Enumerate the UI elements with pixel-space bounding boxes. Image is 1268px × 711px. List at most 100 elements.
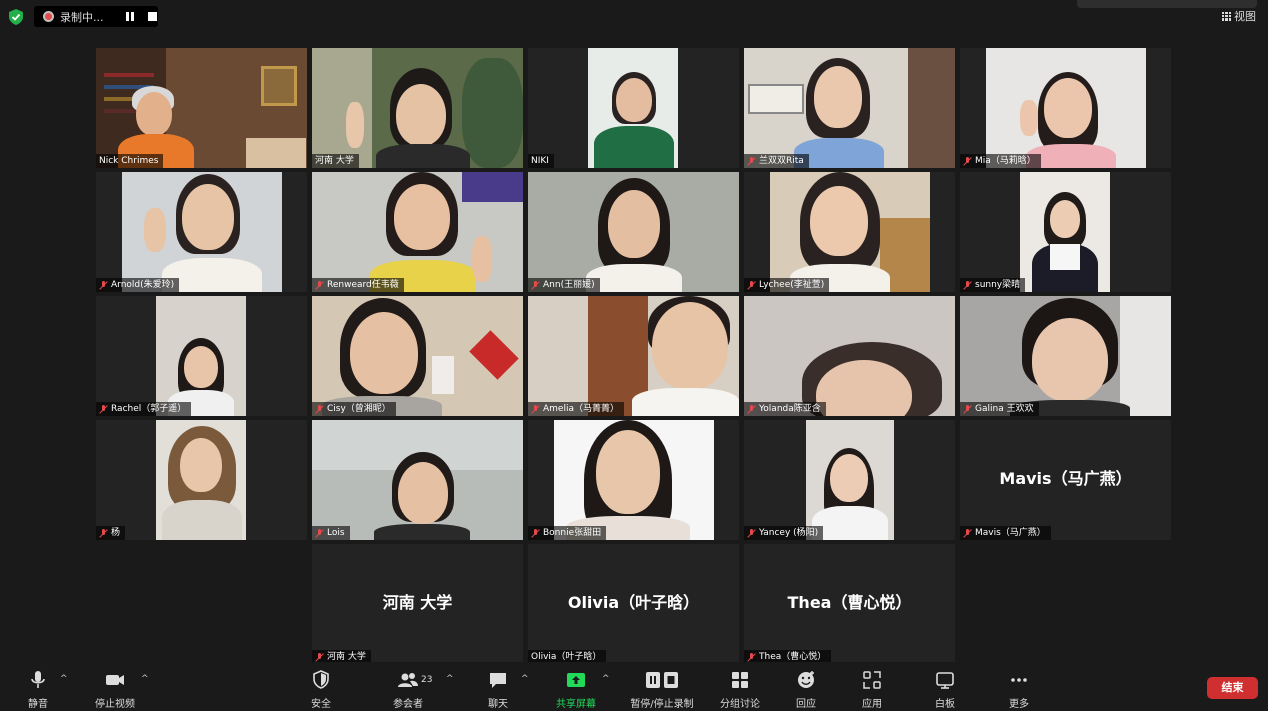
more-button[interactable]: 更多 [989, 669, 1049, 710]
recording-indicator: 录制中... [34, 6, 158, 27]
participant-tile[interactable]: Renweard任韦薇 [312, 172, 523, 292]
reactions-label: 回应 [796, 699, 816, 710]
participant-name-tag: 河南 大学 [312, 154, 359, 168]
muted-mic-icon [315, 652, 324, 662]
whiteboard-button[interactable]: 白板 [915, 669, 975, 710]
participant-name-tag: Yolanda陈亚含 [744, 402, 826, 416]
participant-tile[interactable]: sunny梁晴 [960, 172, 1171, 292]
participant-name-tag: Nick Chrimes [96, 154, 164, 168]
chat-options-caret-icon[interactable]: ^ [521, 674, 529, 684]
breakout-rooms-button[interactable]: 分组讨论 [710, 669, 770, 710]
share-screen-button[interactable]: 共享屏幕 [546, 669, 606, 710]
participant-tile[interactable]: 兰双双Rita [744, 48, 955, 168]
muted-mic-icon [747, 404, 756, 414]
apps-button[interactable]: 应用 [842, 669, 902, 710]
participant-display-name: Mavis（马广燕） [999, 469, 1132, 488]
participant-tile[interactable]: 河南 大学 河南 大学 [312, 544, 523, 664]
participant-tile[interactable]: 杨 [96, 420, 307, 540]
participant-name-tag: Ann(王丽媛) [528, 278, 600, 292]
participant-video [156, 296, 246, 416]
participant-video [770, 172, 930, 292]
chat-bubble-icon [490, 673, 506, 688]
participant-video [806, 420, 894, 540]
apps-icon [863, 671, 881, 689]
participant-tile[interactable]: Nick Chrimes [96, 48, 307, 168]
smiley-icon [798, 671, 814, 688]
more-dots-icon [1011, 678, 1027, 682]
participant-name-tag: Lois [312, 526, 350, 540]
participant-video [1020, 172, 1110, 292]
participant-name-tag: Mia（马莉晗） [960, 154, 1041, 168]
participant-display-name: 河南 大学 [382, 593, 453, 612]
people-icon [398, 673, 418, 687]
chat-button[interactable]: 聊天 [468, 669, 528, 710]
participant-tile[interactable]: Cisy（曾湘昵） [312, 296, 523, 416]
share-options-caret-icon[interactable]: ^ [602, 674, 610, 684]
participant-tile[interactable]: Yancey (杨阳) [744, 420, 955, 540]
participant-name-tag: Bonnie张甜田 [528, 526, 607, 540]
security-button[interactable]: 安全 [291, 669, 351, 710]
muted-mic-icon [747, 528, 756, 538]
participant-name-tag: Mavis（马广燕） [960, 526, 1051, 540]
participant-video [588, 48, 678, 168]
participants-options-caret-icon[interactable]: ^ [446, 674, 454, 684]
participant-name-tag: 兰双双Rita [744, 154, 809, 168]
meeting-toolbar: 静音 ^ 停止视频 ^ 安全 参会者 23 ^ 聊天 ^ 共享屏幕 ^ 暂停/停… [0, 662, 1268, 711]
reactions-button[interactable]: 回应 [776, 669, 836, 710]
pause-stop-recording-button[interactable]: 暂停/停止录制 [626, 669, 698, 710]
muted-mic-icon [99, 528, 108, 538]
participant-name-tag: Lychee(李祉萱) [744, 278, 830, 292]
recording-dot-icon [43, 11, 54, 22]
participant-tile[interactable]: Yolanda陈亚含 [744, 296, 955, 416]
view-label: 视图 [1234, 10, 1256, 23]
participant-tile[interactable]: Bonnie张甜田 [528, 420, 739, 540]
participant-video [122, 172, 282, 292]
top-drag-handle[interactable] [1077, 0, 1257, 8]
end-meeting-button[interactable]: 结束 [1207, 677, 1258, 699]
stop-video-button[interactable]: 停止视频 [85, 669, 145, 710]
participant-tile[interactable]: Mavis（马广燕） Mavis（马广燕） [960, 420, 1171, 540]
stop-recording-icon[interactable] [148, 12, 157, 21]
video-options-caret-icon[interactable]: ^ [141, 674, 149, 684]
participant-tile[interactable]: Amelia（马菁菁） [528, 296, 739, 416]
participant-name-tag: sunny梁晴 [960, 278, 1026, 292]
participant-video [312, 296, 523, 416]
shield-icon [313, 670, 329, 689]
share-screen-label: 共享屏幕 [556, 699, 596, 710]
participant-tile[interactable]: Thea（曹心悦） Thea（曹心悦） [744, 544, 955, 664]
participant-video [528, 296, 739, 416]
stop-video-label: 停止视频 [95, 699, 135, 710]
audio-options-caret-icon[interactable]: ^ [60, 674, 68, 684]
breakout-rooms-label: 分组讨论 [720, 699, 760, 710]
muted-mic-icon [963, 528, 972, 538]
participant-tile[interactable]: Ann(王丽媛) [528, 172, 739, 292]
participant-tile[interactable]: Olivia（叶子晗） Olivia（叶子晗） [528, 544, 739, 664]
muted-mic-icon [531, 528, 540, 538]
shield-icon[interactable] [9, 9, 23, 25]
participant-tile-active-speaker[interactable]: 河南 大学 [312, 48, 523, 168]
participant-tile[interactable]: Lois [312, 420, 523, 540]
chat-label: 聊天 [488, 699, 508, 710]
participant-video [312, 48, 523, 168]
participant-name-tag: Amelia（马菁菁） [528, 402, 624, 416]
pause-stop-icon [646, 672, 678, 688]
whiteboard-icon [936, 672, 954, 689]
participant-tile[interactable]: Arnold(朱爱玲) [96, 172, 307, 292]
mute-button[interactable]: 静音 [8, 669, 68, 710]
participant-tile[interactable]: NIKI [528, 48, 739, 168]
muted-mic-icon [963, 156, 972, 166]
pause-recording-icon[interactable] [126, 12, 134, 21]
participant-tile[interactable]: Galina 王欢欢 [960, 296, 1171, 416]
participant-tile[interactable]: Mia（马莉晗） [960, 48, 1171, 168]
view-button[interactable]: 视图 [1222, 8, 1256, 24]
mute-label: 静音 [28, 699, 48, 710]
participant-tile[interactable]: Rachel（郭子遥） [96, 296, 307, 416]
more-label: 更多 [1009, 699, 1029, 710]
muted-mic-icon [963, 280, 972, 290]
pause-stop-recording-label: 暂停/停止录制 [630, 699, 694, 710]
participant-video [960, 296, 1171, 416]
participant-tile[interactable]: Lychee(李祉萱) [744, 172, 955, 292]
muted-mic-icon [315, 528, 324, 538]
participant-video [554, 420, 714, 540]
muted-mic-icon [531, 280, 540, 290]
